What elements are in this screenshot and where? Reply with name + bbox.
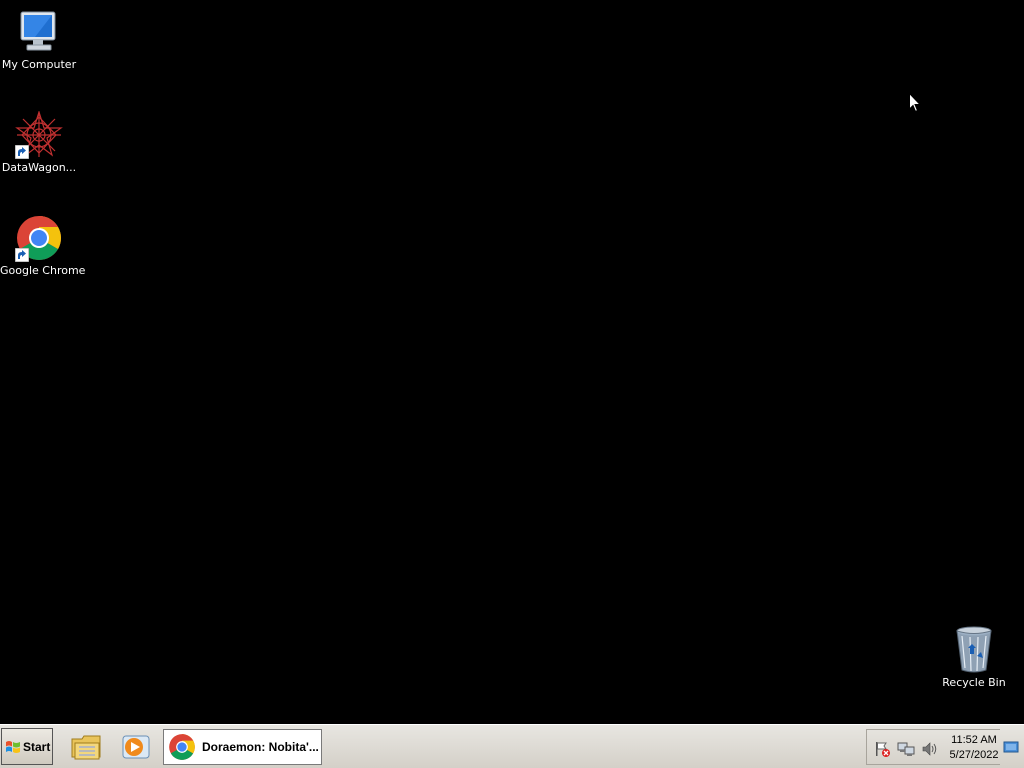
mouse-cursor-icon xyxy=(909,93,921,113)
desktop[interactable]: My Computer DataWagon... Google Chrome R… xyxy=(0,0,1024,724)
volume-icon[interactable] xyxy=(921,740,939,758)
desktop-icon-label: Google Chrome xyxy=(0,264,86,277)
taskbar: Start Doraemon: Nobita'... 11:52 AM 5/27… xyxy=(0,724,1024,768)
file-explorer-icon xyxy=(71,735,101,760)
quick-launch-file-explorer[interactable] xyxy=(70,731,104,763)
task-label: Doraemon: Nobita'... xyxy=(202,740,319,754)
start-label: Start xyxy=(23,739,51,754)
chrome-icon xyxy=(169,734,195,760)
recycle-bin-icon xyxy=(950,626,998,674)
shortcut-arrow-icon xyxy=(15,248,29,262)
clock-date: 5/27/2022 xyxy=(949,749,999,761)
shortcut-arrow-icon xyxy=(15,145,29,159)
show-desktop-button[interactable] xyxy=(1002,733,1020,761)
chrome-icon xyxy=(15,214,63,262)
windows-logo-icon xyxy=(6,740,20,753)
system-tray: 11:52 AM 5/27/2022 xyxy=(866,729,1000,765)
taskbar-button-chrome-window[interactable]: Doraemon: Nobita'... xyxy=(163,729,322,765)
quick-launch-media-player[interactable] xyxy=(119,731,153,763)
desktop-icon-label: Recycle Bin xyxy=(942,676,1006,689)
my-computer-icon xyxy=(15,8,63,56)
network-icon[interactable] xyxy=(897,740,915,758)
start-button[interactable]: Start xyxy=(1,728,53,765)
datawagon-icon xyxy=(15,109,63,159)
show-desktop-icon xyxy=(1003,741,1019,753)
desktop-icon-label: My Computer xyxy=(1,58,77,71)
desktop-icon-my-computer[interactable]: My Computer xyxy=(0,8,78,71)
media-player-icon xyxy=(122,735,150,759)
clock[interactable]: 11:52 AM 5/27/2022 xyxy=(945,733,1003,763)
desktop-icon-label: DataWagon... xyxy=(1,161,77,174)
desktop-icon-datawagon[interactable]: DataWagon... xyxy=(0,109,78,174)
desktop-icon-google-chrome[interactable]: Google Chrome xyxy=(0,214,86,277)
desktop-icon-recycle-bin[interactable]: Recycle Bin xyxy=(935,626,1013,689)
clock-time: 11:52 AM xyxy=(951,734,997,746)
action-center-flag-icon[interactable] xyxy=(873,740,891,758)
